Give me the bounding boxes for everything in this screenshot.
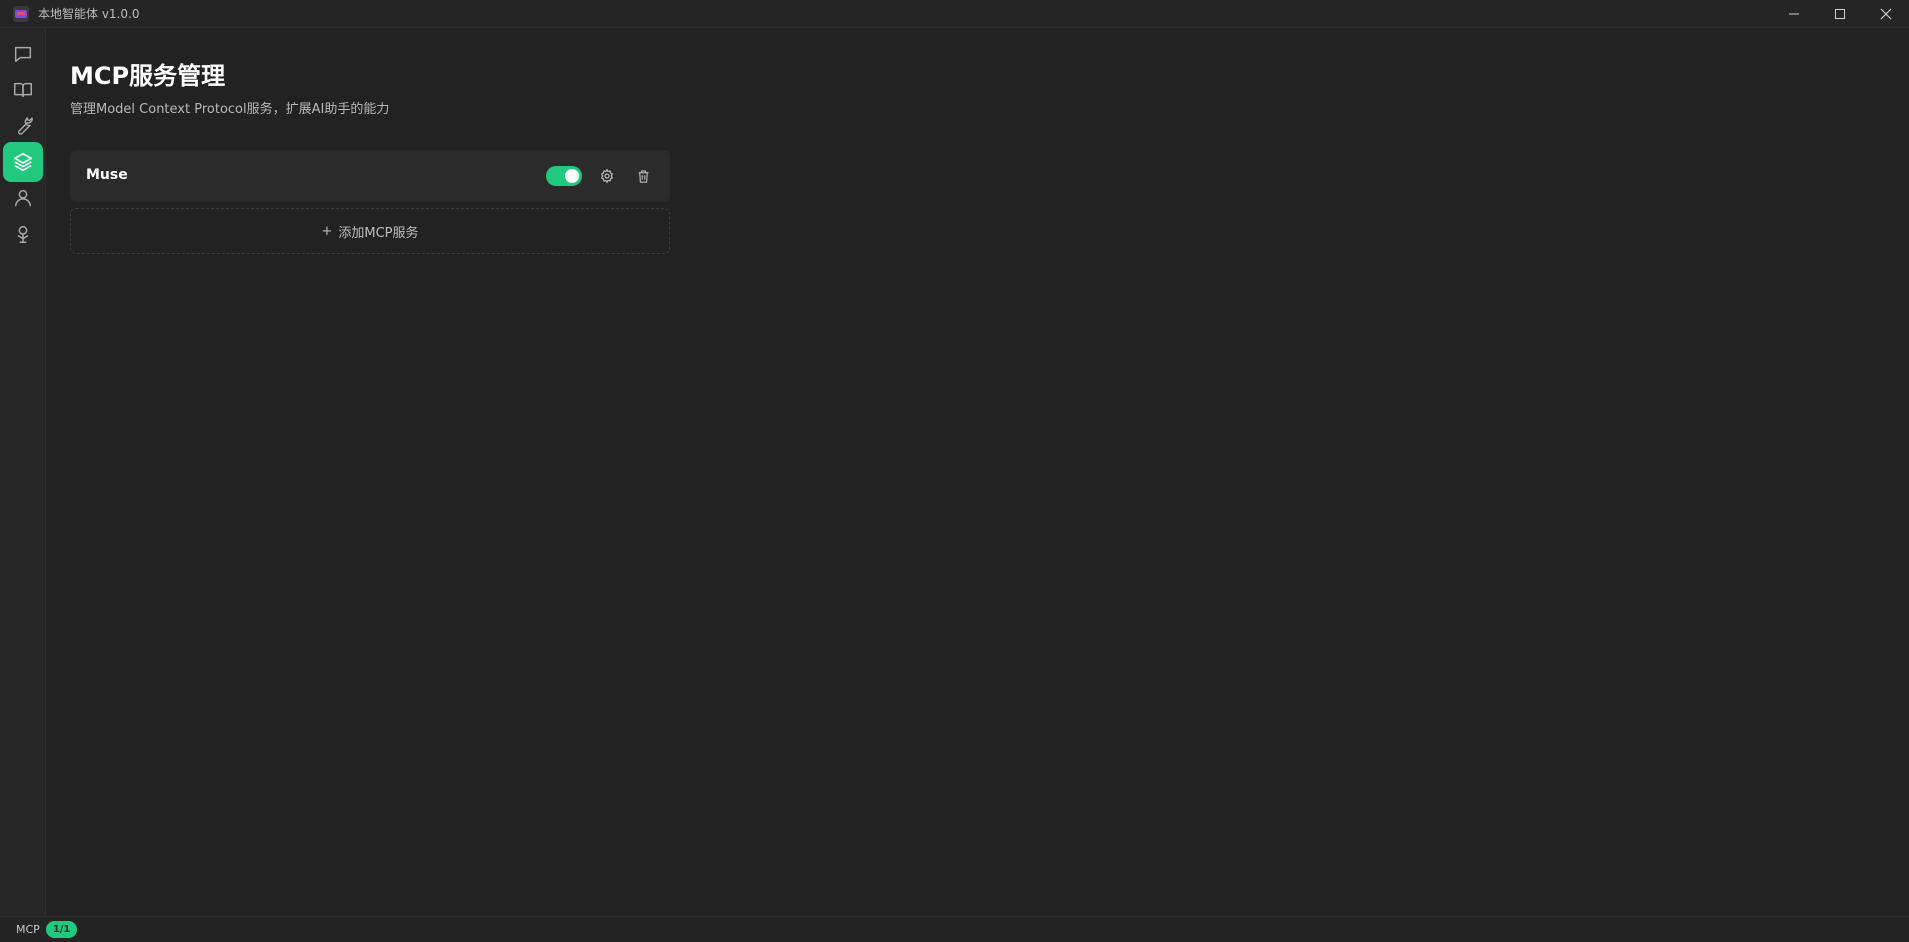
title-bar: 本地智能体 v1.0.0: [0, 0, 1909, 28]
window-title: 本地智能体 v1.0.0: [38, 7, 140, 21]
window-controls: [1771, 0, 1909, 28]
user-icon: [14, 189, 32, 207]
layers-icon: [13, 152, 33, 172]
gear-icon: [600, 168, 614, 184]
sidebar-item-knowledge[interactable]: [3, 70, 43, 110]
close-button[interactable]: [1863, 0, 1909, 28]
wrench-icon: [18, 117, 33, 135]
status-mcp-label: MCP: [16, 923, 40, 936]
debug-icon: [17, 225, 29, 243]
sidebar-item-debug[interactable]: [3, 214, 43, 254]
minimize-button[interactable]: [1771, 0, 1817, 28]
service-enable-toggle[interactable]: [546, 166, 582, 186]
add-mcp-service-label: 添加MCP服务: [338, 225, 419, 241]
toggle-knob: [565, 169, 579, 183]
sidebar: [0, 28, 46, 916]
plus-icon: +: [321, 223, 333, 239]
maximize-icon: [1835, 9, 1845, 19]
close-icon: [1880, 8, 1892, 20]
sidebar-item-tools[interactable]: [3, 106, 43, 146]
maximize-button[interactable]: [1817, 0, 1863, 28]
service-name: Muse: [86, 167, 128, 183]
service-card: Muse: [70, 150, 670, 202]
trash-icon: [638, 169, 648, 183]
app-logo-icon: [13, 5, 29, 22]
main-content: MCP服务管理 管理Model Context Protocol服务，扩展AI助…: [46, 28, 1909, 916]
status-badge[interactable]: 1/1: [45, 921, 78, 938]
page-description: 管理Model Context Protocol服务，扩展AI助手的能力: [70, 102, 390, 117]
sidebar-item-chat[interactable]: [3, 34, 43, 74]
chat-icon: [14, 46, 32, 63]
sidebar-item-user[interactable]: [3, 178, 43, 218]
service-delete-button[interactable]: [631, 164, 655, 188]
page-title: MCP服务管理: [70, 62, 226, 90]
status-bar: MCP 1/1: [0, 916, 1909, 942]
sidebar-item-mcp[interactable]: [3, 142, 43, 182]
book-icon: [14, 82, 32, 98]
minimize-icon: [1789, 13, 1799, 15]
service-settings-button[interactable]: [595, 164, 619, 188]
add-mcp-service-button[interactable]: + 添加MCP服务: [70, 208, 670, 254]
